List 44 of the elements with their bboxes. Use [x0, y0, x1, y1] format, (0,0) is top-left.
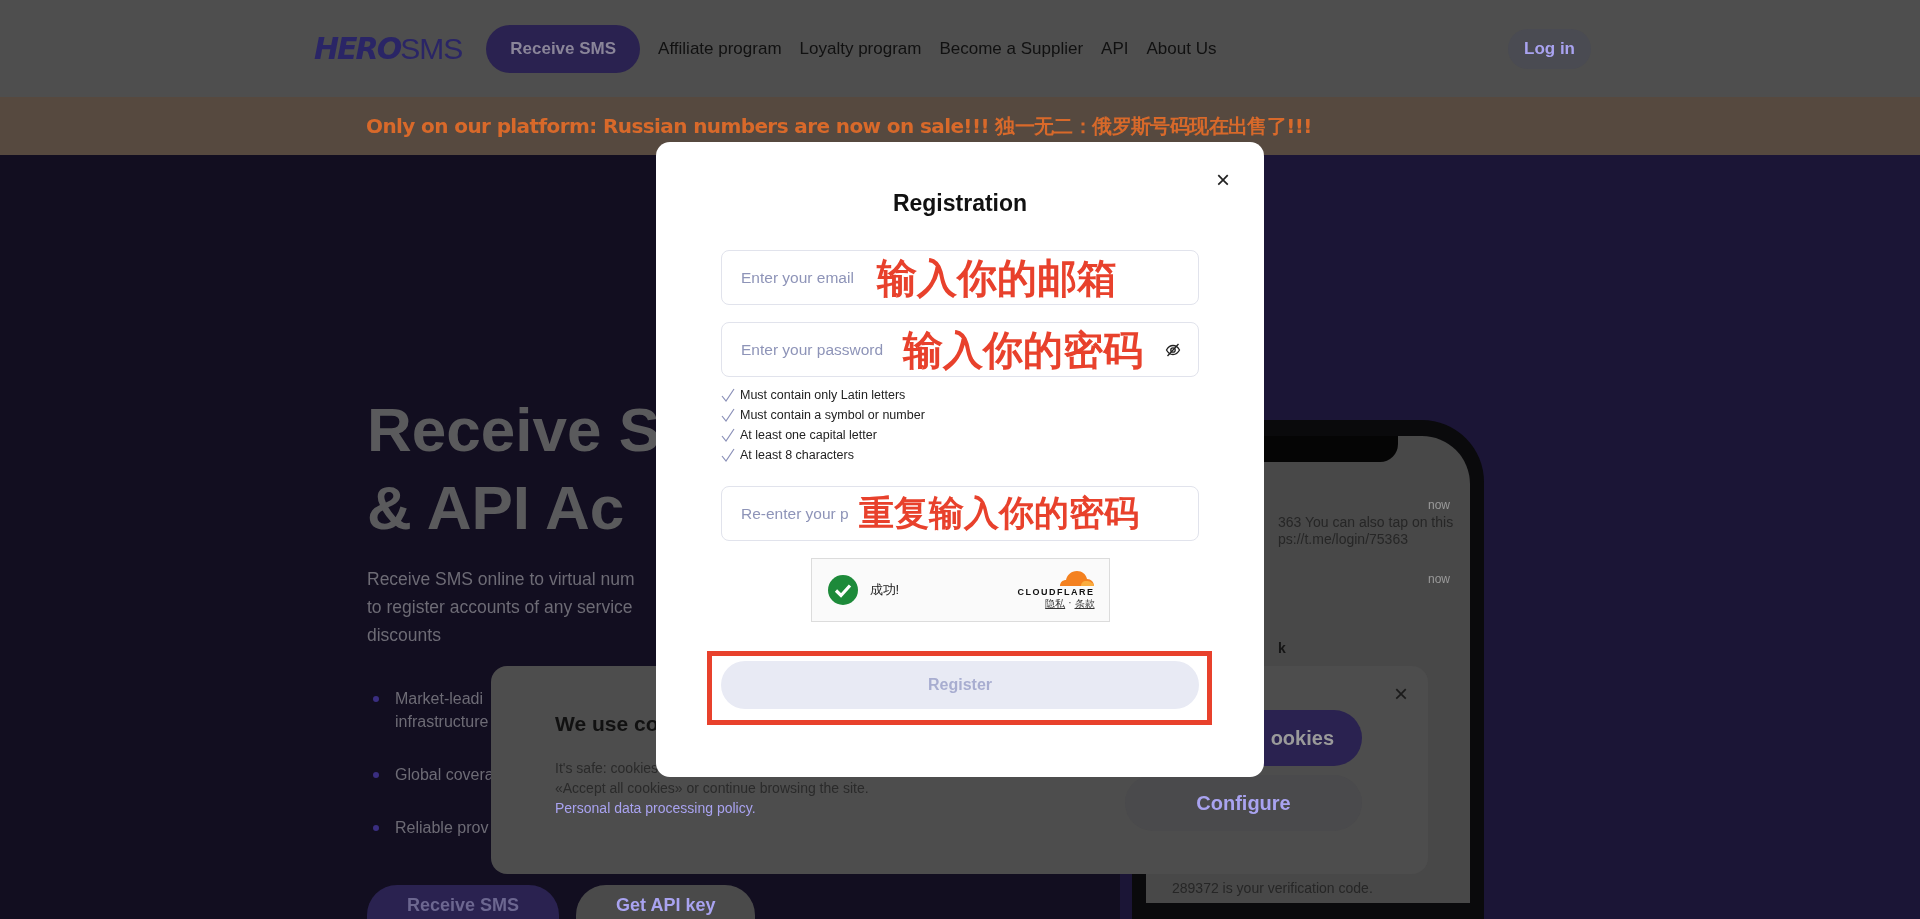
announcement-text: Only on our platform: Russian numbers are now on sale!!! 独一无二：俄罗斯号码现在出售了!!! — [366, 112, 1312, 140]
feature-text: Reliable prov — [395, 818, 489, 838]
cloudflare-wordmark: CLOUDFLARE — [1017, 587, 1095, 597]
separator-dot: · — [1068, 597, 1072, 610]
captcha-link[interactable]: 条款 — [1074, 597, 1095, 611]
login-button[interactable]: Log in — [1508, 28, 1591, 69]
annotation-text: 输入你的密码 — [903, 326, 1143, 375]
hero-description: to register accounts of any service — [367, 596, 633, 619]
nav-link[interactable]: Affiliate program — [658, 38, 782, 59]
close-button[interactable]: × — [1212, 166, 1234, 194]
nav-link[interactable]: Become a Supplier — [939, 38, 1084, 59]
notification-time: now — [1428, 572, 1450, 586]
requirement-text: Must contain a symbol or number — [740, 408, 925, 422]
check-icon — [721, 448, 735, 462]
hero-description: Receive SMS online to virtual num — [367, 568, 635, 591]
feature-text: infrastructure — [395, 712, 489, 732]
check-icon — [721, 428, 735, 442]
requirement-text: At least 8 characters — [740, 448, 854, 462]
captcha-link[interactable]: 隐私 — [1045, 597, 1066, 611]
feature-text: Market-leadi — [395, 689, 485, 709]
nav-link[interactable]: About Us — [1146, 38, 1217, 59]
hero-title: Receive S — [367, 394, 660, 466]
notification-time: now — [1428, 498, 1450, 512]
nav-link[interactable]: Loyalty program — [799, 38, 922, 59]
receive-sms-button[interactable]: Receive SMS — [486, 24, 641, 73]
dialog-title: Registration — [891, 189, 1029, 217]
annotation-text: 重复输入你的密码 — [859, 492, 1139, 534]
check-icon — [721, 388, 735, 402]
configure-button[interactable]: Configure — [1125, 775, 1362, 831]
policy-link[interactable]: Personal data processing policy. — [555, 800, 756, 816]
get-api-key-button[interactable]: Get API key — [576, 885, 756, 919]
annotation-text: 输入你的邮箱 — [877, 254, 1117, 303]
requirement-text: At least one capital letter — [740, 428, 877, 442]
hero-title: & API Ac — [367, 472, 625, 544]
captcha-status: 成功! — [869, 581, 901, 599]
receive-sms-button[interactable]: Receive SMS — [367, 885, 560, 919]
bullet-icon — [373, 825, 379, 831]
bullet-icon — [373, 772, 379, 778]
close-button[interactable]: × — [1390, 680, 1412, 708]
nav-link[interactable]: API — [1101, 38, 1129, 59]
bullet-icon — [373, 696, 379, 702]
check-icon — [721, 408, 735, 422]
hero-description: discounts — [367, 624, 441, 647]
requirement-text: Must contain only Latin letters — [740, 388, 906, 402]
